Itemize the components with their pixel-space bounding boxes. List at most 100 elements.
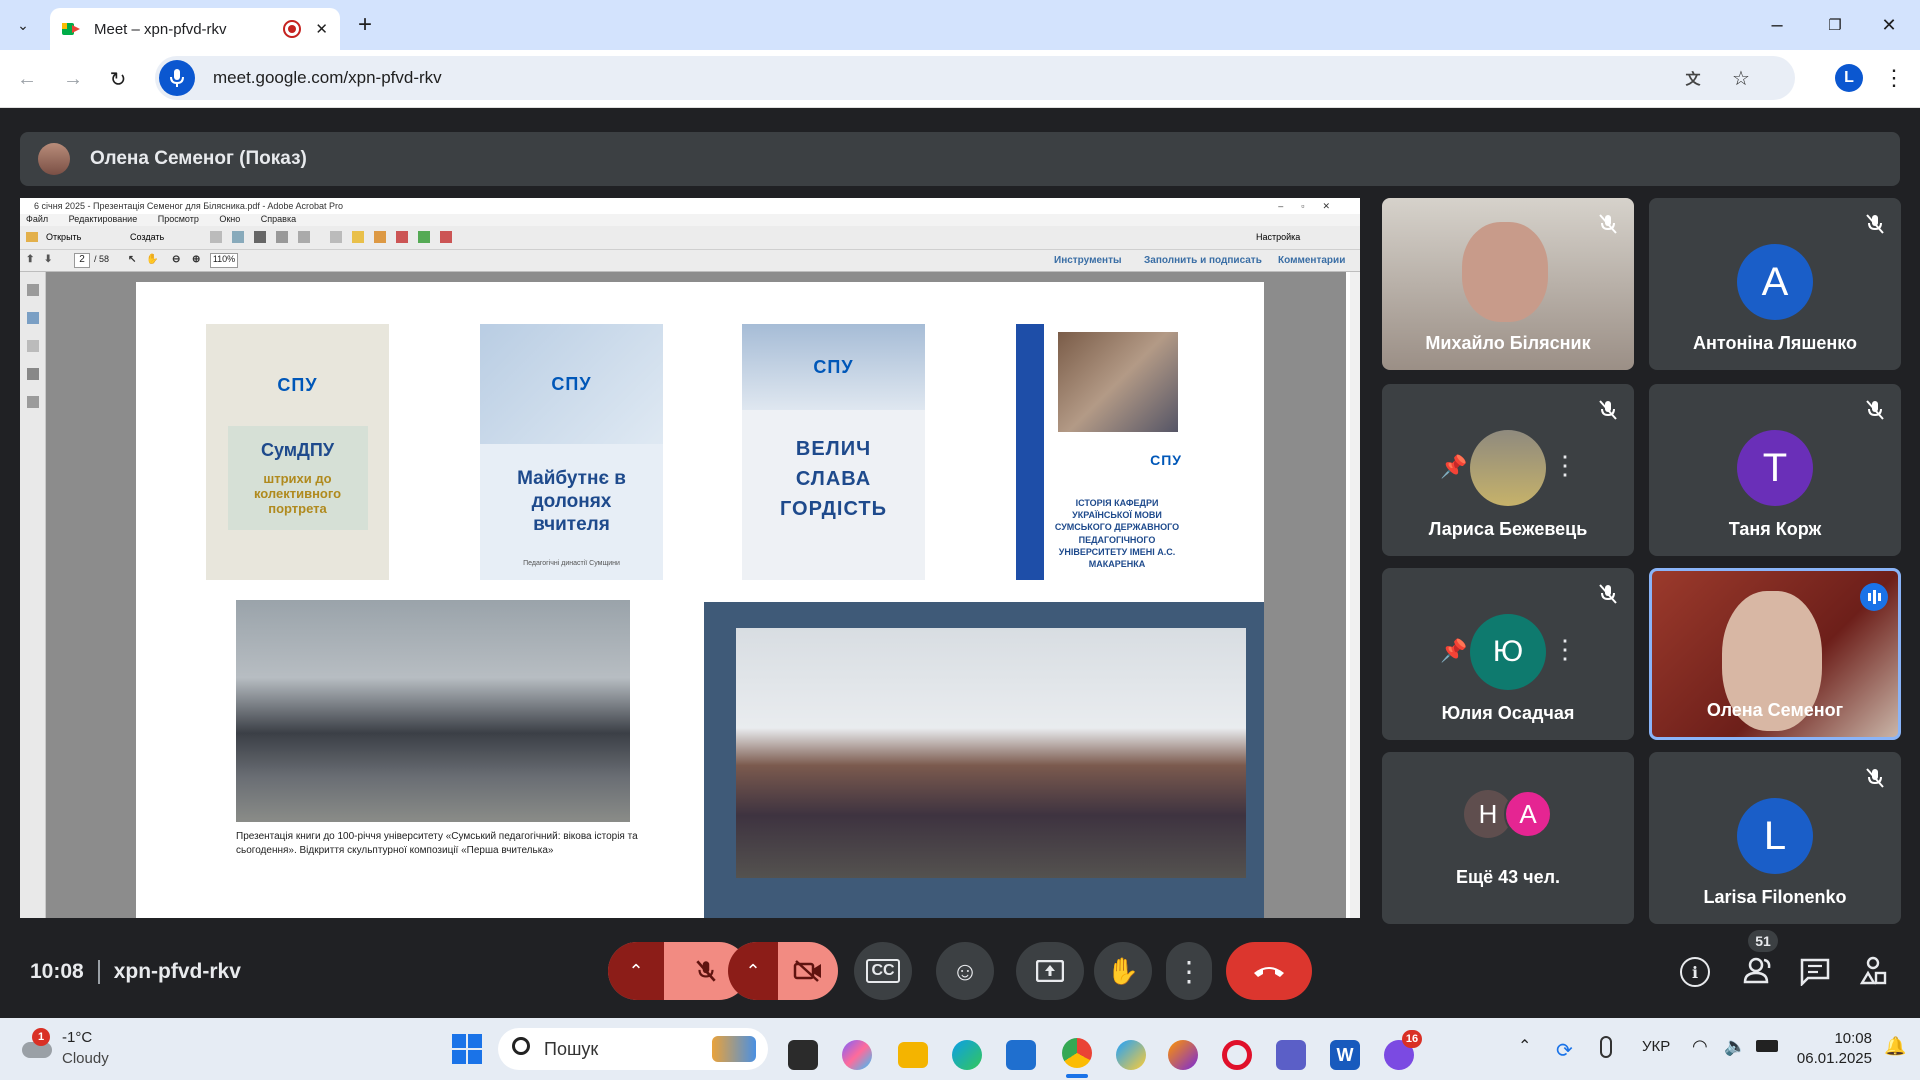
menu-view[interactable]: Просмотр (158, 214, 199, 224)
edge-icon[interactable] (952, 1040, 982, 1070)
close-window-icon[interactable]: ✕ (1874, 10, 1904, 40)
emoji-button[interactable]: ☺ (936, 942, 994, 1000)
back-icon[interactable]: ← (12, 64, 42, 94)
minimize-icon[interactable]: – (1762, 10, 1792, 40)
windows-start-icon[interactable] (452, 1034, 482, 1064)
firefox-icon[interactable] (1168, 1040, 1198, 1070)
zoom-out-icon[interactable]: ⊖ (172, 254, 180, 265)
participant-tile-6[interactable]: Олена Семеног (1649, 568, 1901, 740)
zoom-in-icon[interactable]: ⊕ (192, 254, 200, 265)
pin-icon[interactable]: 📌 (1440, 454, 1467, 480)
chrome-icon[interactable] (1062, 1038, 1092, 1068)
tab-search-icon[interactable]: ⌄ (8, 10, 38, 40)
camera-off-button[interactable] (778, 958, 838, 984)
participant-tile-more[interactable]: H A Ещё 43 чел. (1382, 752, 1634, 924)
acrobat-window-controls[interactable]: –▫✕ (1278, 198, 1348, 214)
new-tab-icon[interactable]: + (352, 11, 378, 38)
select-tool-icon[interactable]: ↖ (128, 254, 136, 265)
comments-panel-link[interactable]: Комментарии (1278, 255, 1345, 266)
leave-call-button[interactable] (1226, 942, 1312, 1000)
captions-button[interactable]: CC (854, 942, 912, 1000)
layers-icon[interactable] (27, 368, 39, 380)
microphone-tray-icon[interactable] (1600, 1036, 1612, 1058)
opera-icon[interactable] (1222, 1040, 1252, 1070)
store-icon[interactable] (1006, 1040, 1036, 1070)
delete-icon[interactable] (440, 231, 452, 243)
participant-tile-5[interactable]: Ю 📌 ⋮ Юлия Осадчая (1382, 568, 1634, 740)
chat-button[interactable] (1800, 958, 1830, 988)
people-button[interactable]: 51 (1740, 930, 1778, 990)
settings-icon[interactable] (330, 231, 342, 243)
clock-time[interactable]: 10:08 (1800, 1030, 1872, 1047)
participant-tile-1[interactable]: Михайло Білясник (1382, 198, 1634, 370)
word-icon[interactable]: W (1330, 1040, 1360, 1070)
restore-icon[interactable]: ❐ (1820, 10, 1850, 40)
show-hidden-icons[interactable]: ⌃ (1518, 1036, 1531, 1056)
file-explorer-icon[interactable] (898, 1042, 928, 1068)
menu-edit[interactable]: Редактирование (69, 214, 138, 224)
mail-icon[interactable] (298, 231, 310, 243)
volume-icon[interactable]: 🔈 (1724, 1036, 1746, 1057)
stamp-icon[interactable] (374, 231, 386, 243)
page-number-input[interactable]: 2 (74, 253, 90, 268)
menu-file[interactable]: Файл (26, 214, 48, 224)
bookmarks-icon[interactable] (27, 312, 39, 324)
copilot-icon[interactable] (842, 1040, 872, 1070)
battery-icon[interactable] (1756, 1040, 1778, 1052)
more-options-icon[interactable]: ⋮ (1552, 450, 1578, 481)
edit-icon[interactable] (276, 231, 288, 243)
shared-screen[interactable]: 6 січня 2025 - Презентація Семеног для Б… (20, 198, 1360, 918)
menu-dots-icon[interactable]: ⋮ (1880, 64, 1908, 92)
upload-icon[interactable] (232, 231, 244, 243)
hand-tool-icon[interactable]: ✋ (146, 254, 158, 265)
weather-widget[interactable]: 1 (20, 1028, 54, 1060)
pin-icon[interactable]: 📌 (1440, 638, 1467, 664)
more-options-button[interactable]: ⋮ (1166, 942, 1212, 1000)
sync-icon[interactable]: ⟳ (1556, 1038, 1573, 1063)
menu-window[interactable]: Окно (219, 214, 240, 224)
settings-dropdown[interactable]: Настройка (1256, 232, 1300, 242)
open-button[interactable]: Открыть (46, 232, 81, 242)
participant-tile-2[interactable]: A Антоніна Ляшенко (1649, 198, 1901, 370)
sign-icon[interactable] (396, 231, 408, 243)
reload-icon[interactable]: ↻ (103, 64, 133, 94)
menu-help[interactable]: Справка (261, 214, 296, 224)
tools-panel-link[interactable]: Инструменты (1054, 255, 1122, 266)
document-scrollbar[interactable] (1350, 272, 1360, 918)
activities-button[interactable] (1858, 956, 1888, 986)
signatures-icon[interactable] (27, 340, 39, 352)
participant-tile-4[interactable]: T Таня Корж (1649, 384, 1901, 556)
bookmark-star-icon[interactable]: ☆ (1727, 64, 1755, 92)
address-bar[interactable]: meet.google.com/xpn-pfvd-rkv 文 ☆ (155, 56, 1795, 100)
fill-sign-panel-link[interactable]: Заполнить и подписать (1144, 255, 1262, 266)
info-icon[interactable]: i (1680, 957, 1710, 987)
create-button[interactable]: Создать (130, 232, 164, 242)
print-icon[interactable] (254, 231, 266, 243)
present-button[interactable] (1016, 942, 1084, 1000)
zoom-input[interactable]: 110% (210, 253, 238, 268)
share-icon[interactable] (418, 231, 430, 243)
video-settings-chevron-icon[interactable]: ⌃ (728, 942, 778, 1000)
notifications-bell-icon[interactable]: 🔔 (1884, 1036, 1906, 1057)
forward-icon[interactable]: → (58, 64, 88, 94)
more-options-icon[interactable]: ⋮ (1552, 634, 1578, 665)
teams-icon[interactable] (1276, 1040, 1306, 1070)
participant-tile-3[interactable]: 📌 ⋮ Лариса Бежевець (1382, 384, 1634, 556)
browser-tab[interactable]: Meet – xpn-pfvd-rkv ✕ (50, 8, 340, 50)
task-view-icon[interactable] (788, 1040, 818, 1070)
profile-avatar[interactable]: L (1835, 64, 1863, 92)
prev-page-icon[interactable]: ⬆ (26, 254, 34, 265)
next-page-icon[interactable]: ⬇ (44, 254, 52, 265)
clock-date[interactable]: 06.01.2025 (1790, 1050, 1872, 1067)
close-tab-icon[interactable]: ✕ (315, 20, 328, 38)
comment-icon[interactable] (352, 231, 364, 243)
raise-hand-button[interactable]: ✋ (1094, 942, 1152, 1000)
language-indicator[interactable]: УКР (1642, 1038, 1670, 1055)
taskbar-search-box[interactable]: Пошук (498, 1028, 768, 1070)
wifi-icon[interactable]: ◠ (1692, 1036, 1708, 1057)
translate-icon[interactable]: 文 (1679, 64, 1707, 92)
attachments-icon[interactable] (27, 396, 39, 408)
participant-tile-8[interactable]: L Larisa Filonenko (1649, 752, 1901, 924)
pages-icon[interactable] (27, 284, 39, 296)
audio-settings-chevron-icon[interactable]: ⌃ (608, 942, 664, 1000)
